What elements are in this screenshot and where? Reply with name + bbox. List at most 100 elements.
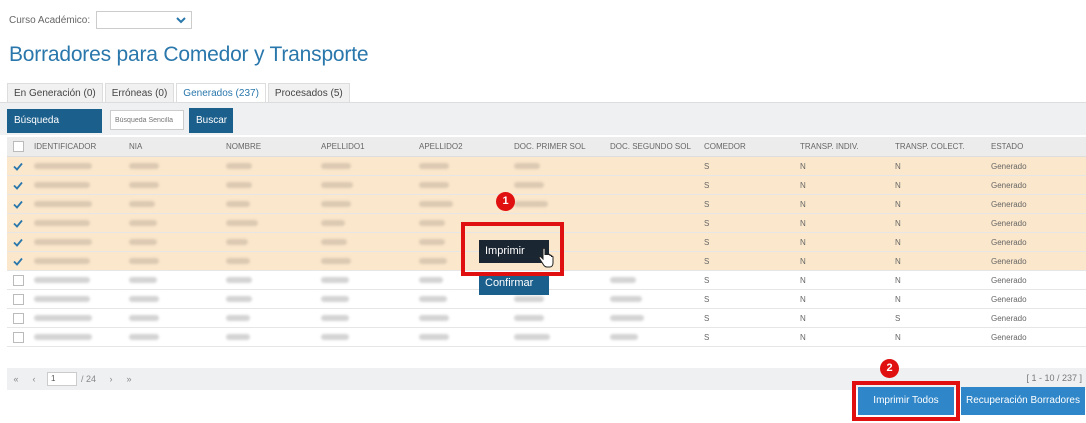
redacted-cell <box>316 271 414 289</box>
redacted-cell <box>316 233 414 251</box>
column-header[interactable]: APELLIDO1 <box>316 137 414 156</box>
redacted-cell <box>29 290 124 308</box>
transp-colect-cell: N <box>895 332 901 342</box>
table-row[interactable]: S N N Generado <box>7 176 1086 195</box>
row-select-cell <box>7 290 29 308</box>
column-header[interactable]: DOC. SEGUNDO SOL <box>605 137 699 156</box>
table-row[interactable]: S N N Generado <box>7 328 1086 347</box>
redacted-cell <box>414 195 509 213</box>
table-row[interactable]: S N N Generado <box>7 157 1086 176</box>
select-all-checkbox[interactable] <box>12 141 24 152</box>
first-page-button[interactable]: « <box>7 374 25 384</box>
redacted-cell <box>221 176 316 194</box>
column-header[interactable]: APELLIDO2 <box>414 137 509 156</box>
row-checkbox-checked[interactable] <box>13 218 24 229</box>
redacted-cell <box>605 252 699 270</box>
column-header[interactable]: ESTADO <box>986 137 1083 156</box>
page-title: Borradores para Comedor y Transporte <box>9 43 369 66</box>
redacted-cell <box>29 214 124 232</box>
redacted-cell <box>605 309 699 327</box>
redacted-text <box>226 220 258 226</box>
redacted-text <box>419 201 453 207</box>
advanced-search-button[interactable]: Búsqueda avanzada <box>7 109 102 150</box>
column-header[interactable]: DOC. PRIMER SOL <box>509 137 605 156</box>
redacted-text <box>34 277 90 283</box>
check-icon <box>13 200 23 209</box>
row-checkbox[interactable] <box>12 331 24 343</box>
redacted-cell <box>124 252 221 270</box>
estado-cell: Generado <box>991 161 1027 171</box>
tab-generados[interactable]: Generados (237) <box>176 83 266 103</box>
table-row[interactable]: S N N Generado <box>7 195 1086 214</box>
redacted-cell <box>605 271 699 289</box>
tab-en-generacion[interactable]: En Generación (0) <box>7 83 103 103</box>
table-row[interactable]: S N S Generado <box>7 309 1086 328</box>
row-checkbox-checked[interactable] <box>13 256 24 267</box>
column-header[interactable]: IDENTIFICADOR <box>29 137 124 156</box>
redacted-cell <box>509 309 605 327</box>
column-header[interactable]: NOMBRE <box>221 137 316 156</box>
redacted-cell <box>605 233 699 251</box>
row-select-cell <box>7 309 29 327</box>
course-select[interactable] <box>96 11 193 29</box>
redacted-text <box>321 296 349 302</box>
comedor-cell: S <box>704 237 710 247</box>
transp-colect-cell: S <box>895 313 901 323</box>
redacted-text <box>514 182 544 188</box>
row-checkbox-checked[interactable] <box>13 199 24 210</box>
redacted-cell <box>124 233 221 251</box>
page-number-input[interactable]: 1 <box>47 372 77 386</box>
redacted-cell <box>221 195 316 213</box>
redacted-text <box>226 296 252 302</box>
transp-colect-cell: N <box>895 275 901 285</box>
tab-procesados[interactable]: Procesados (5) <box>267 83 350 103</box>
redacted-text <box>34 239 92 245</box>
check-icon <box>13 162 23 171</box>
row-checkbox-checked[interactable] <box>13 180 24 191</box>
row-checkbox-checked[interactable] <box>13 237 24 248</box>
redacted-cell <box>221 309 316 327</box>
redacted-cell <box>221 252 316 270</box>
redacted-text <box>34 163 92 169</box>
recover-drafts-button[interactable]: Recuperación Borradores <box>961 387 1085 415</box>
redacted-text <box>34 315 92 321</box>
column-header[interactable]: COMEDOR <box>699 137 795 156</box>
last-page-button[interactable]: » <box>120 374 138 384</box>
page-total: / 24 <box>81 374 97 384</box>
redacted-text <box>129 277 157 283</box>
redacted-cell <box>221 271 316 289</box>
redacted-cell <box>414 176 509 194</box>
comedor-cell: S <box>704 294 710 304</box>
redacted-cell <box>605 290 699 308</box>
redacted-cell <box>124 290 221 308</box>
redacted-text <box>129 201 155 207</box>
redacted-cell <box>29 309 124 327</box>
comedor-cell: S <box>704 332 710 342</box>
check-icon <box>13 238 23 247</box>
row-checkbox-checked[interactable] <box>13 161 24 172</box>
row-checkbox[interactable] <box>12 312 24 324</box>
column-header[interactable]: TRANSP. COLECT. <box>890 137 986 156</box>
redacted-text <box>321 163 351 169</box>
row-checkbox[interactable] <box>12 293 24 305</box>
redacted-text <box>610 315 644 321</box>
estado-cell: Generado <box>991 199 1027 209</box>
column-header[interactable]: NIA <box>124 137 221 156</box>
redacted-text <box>226 258 250 264</box>
tab-erroneas[interactable]: Erróneas (0) <box>104 83 175 103</box>
row-checkbox[interactable] <box>12 274 24 286</box>
redacted-cell <box>509 157 605 175</box>
prev-page-button[interactable]: ‹ <box>25 374 43 384</box>
redacted-text <box>610 334 638 340</box>
search-button[interactable]: Buscar <box>189 108 233 133</box>
redacted-cell <box>605 195 699 213</box>
redacted-cell <box>316 328 414 346</box>
simple-search-input[interactable] <box>110 110 184 130</box>
redacted-text <box>321 277 349 283</box>
redacted-text <box>419 239 445 245</box>
redacted-text <box>34 334 92 340</box>
next-page-button[interactable]: › <box>102 374 120 384</box>
column-header[interactable]: TRANSP. INDIV. <box>795 137 890 156</box>
redacted-text <box>514 334 550 340</box>
redacted-text <box>514 296 544 302</box>
